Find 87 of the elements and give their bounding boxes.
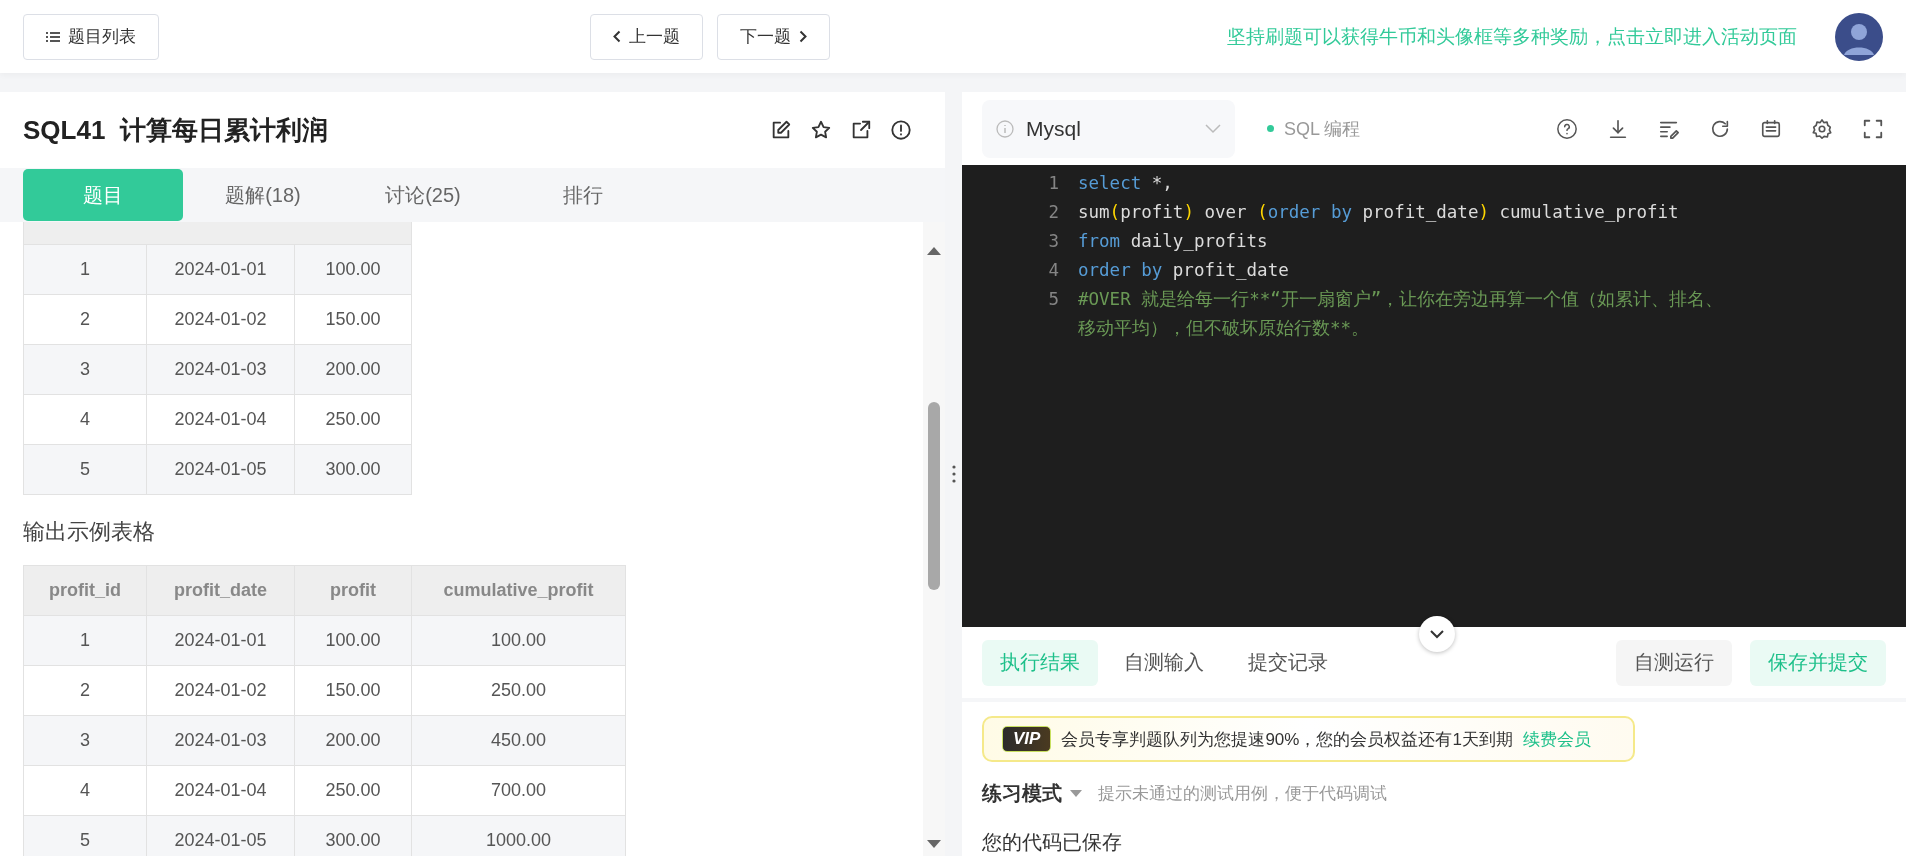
table-cell: 2024-01-04	[146, 765, 295, 816]
table-cell: 200.00	[294, 715, 412, 766]
table-cell: 300.00	[294, 444, 412, 495]
table-cell: 250.00	[294, 394, 412, 445]
caret-icon[interactable]	[1070, 790, 1082, 797]
chevron-down-icon	[1429, 629, 1445, 639]
chevron-down-icon	[1205, 123, 1221, 134]
scrollbar-thumb[interactable]	[928, 402, 940, 590]
status-dot	[1267, 125, 1274, 132]
table-cell: 4	[23, 394, 147, 445]
problem-tab[interactable]: 题解(18)	[183, 169, 343, 221]
table-cell: 200.00	[294, 344, 412, 395]
table-cell: 150.00	[294, 294, 412, 345]
line-number: 1	[1047, 172, 1060, 195]
line-number: 2	[1047, 201, 1060, 224]
column-header: profit_id	[23, 565, 147, 616]
table-cell: 2024-01-01	[146, 615, 295, 666]
table-cell: 2024-01-05	[146, 444, 295, 495]
vip-message: 会员专享判题队列为您提速90%，您的会员权益还有1天到期	[1061, 728, 1513, 751]
table-cell: 100.00	[294, 244, 412, 295]
list-icon	[46, 30, 60, 43]
practice-mode-label[interactable]: 练习模式	[982, 780, 1062, 807]
table-cell: 2024-01-02	[146, 665, 295, 716]
table-cell: 5	[23, 444, 147, 495]
mode-label: SQL 编程	[1284, 117, 1361, 141]
code-line: sum(profit) over (order by profit_date) cumulative_profit	[1078, 201, 1680, 224]
line-number: 3	[1047, 230, 1060, 253]
line-number: 5	[1047, 288, 1060, 311]
problem-title: SQL41 计算每日累计利润	[23, 113, 328, 147]
column-header: profit_date	[146, 565, 295, 616]
settings-icon[interactable]	[1811, 117, 1833, 140]
line-number: 4	[1047, 259, 1060, 282]
test-run-button[interactable]: 自测运行	[1616, 639, 1732, 686]
vip-badge: VIP	[1002, 726, 1052, 752]
info-icon[interactable]	[890, 119, 912, 141]
problem-tab[interactable]: 排行	[503, 169, 663, 221]
problem-tab[interactable]: 讨论(25)	[343, 169, 503, 221]
save-status: 您的代码已保存	[982, 830, 1123, 855]
scroll-down-icon[interactable]	[927, 840, 941, 848]
code-editor[interactable]: 1 select *, 2 sum(profit) over (order by profit_date) cumulative_profit 3 from daily_profits 4 order by profit_date 5 #OVER 就是给每一行**“开一扇窗户”，让你在旁边再算一个值（如累计、排名、移动平均），但不破坏原始行数**。	[962, 165, 1906, 627]
table-cell: 450.00	[411, 715, 626, 766]
table-cell: 2024-01-03	[146, 715, 295, 766]
language-select[interactable]: Mysql	[982, 99, 1235, 158]
table-cell: 4	[23, 765, 147, 816]
table-cell: 700.00	[411, 765, 626, 816]
table-cell: 100.00	[294, 615, 412, 666]
table-cell: 2024-01-03	[146, 344, 295, 395]
table-cell: 3	[23, 344, 147, 395]
table-cell: 2	[23, 665, 147, 716]
table-cell: 2024-01-04	[146, 394, 295, 445]
drag-handle-icon[interactable]	[951, 465, 956, 483]
edit-icon[interactable]	[770, 119, 792, 141]
code-line: from daily_profits	[1078, 230, 1269, 253]
table-cell: 100.00	[411, 615, 626, 666]
output-caption: 输出示例表格	[23, 518, 156, 546]
result-tab[interactable]: 提交记录	[1230, 639, 1346, 686]
table-cell: 3	[23, 715, 147, 766]
avatar[interactable]	[1835, 12, 1883, 61]
table-cell: 250.00	[411, 665, 626, 716]
star-icon[interactable]	[810, 119, 832, 141]
table-cell: 1	[23, 244, 147, 295]
table-cell: 150.00	[294, 665, 412, 716]
download-icon[interactable]	[1607, 117, 1629, 140]
previous-button[interactable]: 上一题	[590, 13, 703, 60]
table-cell: 2	[23, 294, 147, 345]
collapse-button[interactable]	[1419, 616, 1455, 652]
code-line: select *,	[1078, 172, 1174, 195]
column-header: profit	[294, 565, 412, 616]
help-icon[interactable]	[1556, 117, 1578, 140]
column-header: cumulative_profit	[411, 565, 626, 616]
table-cell: 5	[23, 815, 147, 856]
chevron-right-icon	[799, 30, 807, 43]
chevron-left-icon	[613, 30, 621, 43]
problem-list-button[interactable]: 题目列表	[23, 13, 159, 60]
code-line: order by profit_date	[1078, 259, 1290, 282]
result-tab[interactable]: 自测输入	[1106, 639, 1222, 686]
code-line: #OVER 就是给每一行**“开一扇窗户”，让你在旁边再算一个值（如累计、排名、移动平均），但不破坏原始行数**。	[1078, 288, 1725, 340]
scroll-up-icon[interactable]	[927, 247, 941, 255]
table-cell: 2024-01-02	[146, 294, 295, 345]
next-button[interactable]: 下一题	[717, 13, 830, 60]
info-icon	[996, 119, 1014, 138]
table-cell: 2024-01-01	[146, 244, 295, 295]
fullscreen-icon[interactable]	[1862, 117, 1884, 140]
external-link-icon[interactable]	[850, 119, 872, 141]
table-cell: 1	[23, 615, 147, 666]
table-cell: 250.00	[294, 765, 412, 816]
practice-mode-hint: 提示未通过的测试用例，便于代码调试	[1098, 783, 1387, 805]
